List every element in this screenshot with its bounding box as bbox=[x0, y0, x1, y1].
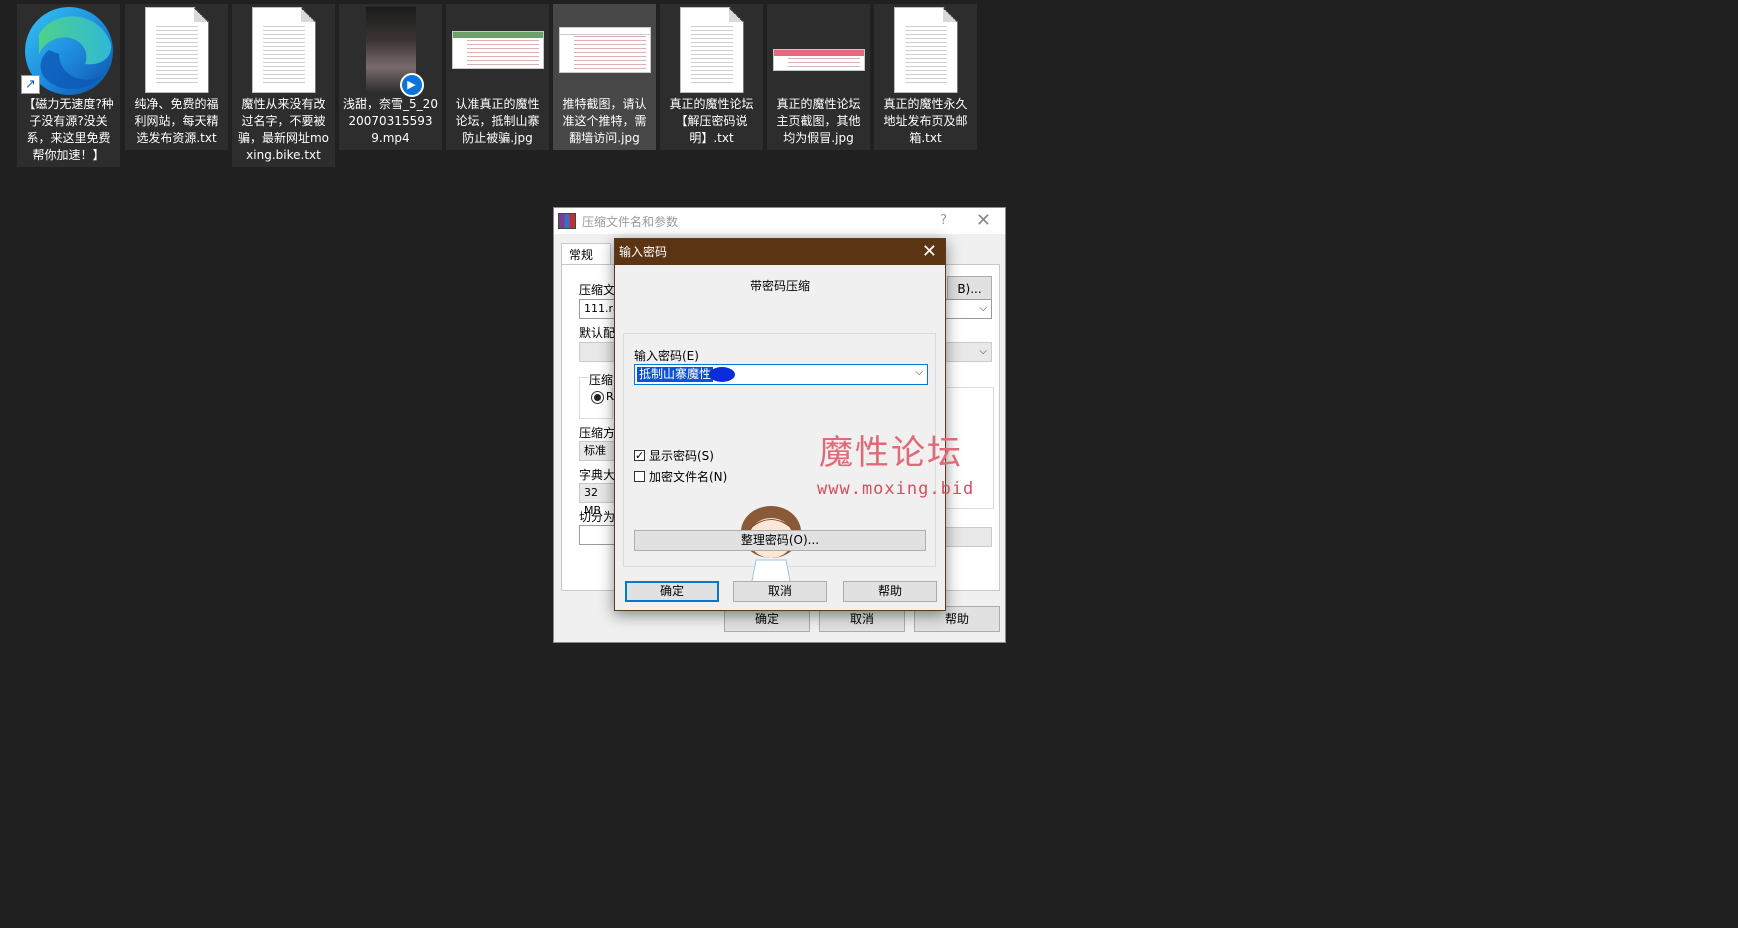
dialog-title: 压缩文件名和参数 bbox=[582, 214, 679, 229]
dictionary-select[interactable]: 32 MB bbox=[579, 483, 619, 517]
image-file-icon bbox=[553, 4, 656, 96]
method-label: 压缩方 bbox=[579, 426, 616, 440]
show-password-checkbox[interactable]: ✓ 显示密码(S) bbox=[634, 447, 714, 464]
password-label: 输入密码(E) bbox=[634, 349, 699, 363]
dictionary-label: 字典大 bbox=[579, 468, 616, 482]
dialog-heading: 带密码压缩 bbox=[749, 279, 810, 293]
desktop-file-mp4[interactable]: ▶ 浅甜，奈雪_5_20200703155939.mp4 bbox=[339, 4, 442, 150]
format-label: 压缩 bbox=[589, 371, 614, 388]
dialog-titlebar[interactable]: 压缩文件名和参数 ? ✕ bbox=[554, 208, 1005, 234]
file-label: 真正的魔性论坛主页截图，其他均为假冒.jpg bbox=[776, 97, 861, 145]
desktop-file-jpg[interactable]: 真正的魔性论坛主页截图，其他均为假冒.jpg bbox=[767, 4, 870, 150]
desktop-file-txt[interactable]: 纯净、免费的福利网站，每天精选发布资源.txt bbox=[125, 4, 228, 150]
password-value: 抵制山寨魔性 bbox=[637, 367, 714, 382]
image-file-icon bbox=[767, 4, 870, 96]
redaction-mark bbox=[709, 367, 735, 382]
desktop-file-jpg-selected[interactable]: 推特截图，请认准这个推特，需翻墙访问.jpg bbox=[553, 4, 656, 150]
method-select[interactable]: 标准 bbox=[579, 441, 619, 461]
file-label: 认准真正的魔性论坛，抵制山寨防止被骗.jpg bbox=[455, 97, 540, 145]
watermark-title: 魔性论坛 bbox=[819, 433, 963, 473]
split-label: 切分为 bbox=[579, 510, 616, 524]
format-rar-radio[interactable] bbox=[591, 391, 604, 404]
chevron-down-icon: ⌵ bbox=[979, 303, 987, 314]
shortcut-arrow-icon: ↗ bbox=[21, 75, 40, 94]
file-label: 纯净、免费的福利网站，每天精选发布资源.txt bbox=[134, 97, 219, 145]
close-icon[interactable]: ✕ bbox=[976, 210, 991, 231]
cancel-button[interactable]: 取消 bbox=[733, 581, 827, 602]
text-file-icon bbox=[125, 4, 228, 96]
method-value: 标准 bbox=[584, 444, 606, 457]
chevron-down-icon[interactable]: ⌵ bbox=[915, 367, 923, 378]
password-dialog-title: 输入密码 bbox=[619, 245, 668, 259]
desktop-file-txt[interactable]: 真正的魔性永久地址发布页及邮箱.txt bbox=[874, 4, 977, 150]
desktop-file-jpg[interactable]: 认准真正的魔性论坛，抵制山寨防止被骗.jpg bbox=[446, 4, 549, 150]
file-label: 真正的魔性永久地址发布页及邮箱.txt bbox=[883, 97, 968, 145]
video-player-icon: ▶ bbox=[399, 73, 424, 97]
edge-shortcut-icon: ↗ bbox=[17, 4, 120, 96]
video-file-icon: ▶ bbox=[339, 4, 442, 97]
desktop-file-txt[interactable]: 魔性从来没有改过名字，不要被骗，最新网址moxing.bike.txt bbox=[232, 4, 335, 167]
password-dialog: 输入密码 ✕ 带密码压缩 输入密码(E) 抵制山寨魔性 ⌵ ✓ 显示密码(S) … bbox=[614, 238, 973, 611]
encrypt-filenames-label: 加密文件名(N) bbox=[649, 470, 728, 484]
file-label: 浅甜，奈雪_5_20200703155939.mp4 bbox=[343, 97, 438, 145]
archive-name-label: 压缩文 bbox=[579, 283, 616, 297]
ok-button[interactable]: 确定 bbox=[625, 581, 719, 602]
desktop-file-edge-shortcut[interactable]: ↗ 【磁力无速度?种子没有源?没关系，来这里免费帮你加速！】 bbox=[17, 4, 120, 167]
checkbox-checked-icon[interactable]: ✓ bbox=[634, 450, 645, 461]
manage-passwords-button[interactable]: 整理密码(O)... bbox=[634, 530, 926, 551]
file-label: 推特截图，请认准这个推特，需翻墙访问.jpg bbox=[562, 97, 647, 145]
encrypt-filenames-checkbox[interactable]: 加密文件名(N) bbox=[634, 468, 727, 485]
close-icon[interactable]: ✕ bbox=[922, 239, 937, 265]
show-password-label: 显示密码(S) bbox=[649, 449, 714, 463]
tab-general[interactable]: 常规 bbox=[561, 243, 611, 265]
file-label: 魔性从来没有改过名字，不要被骗，最新网址moxing.bike.txt bbox=[237, 97, 330, 162]
profile-label: 默认配 bbox=[579, 326, 616, 340]
split-field[interactable] bbox=[579, 525, 619, 545]
text-file-icon bbox=[660, 4, 763, 96]
password-dialog-titlebar[interactable]: 输入密码 ✕ bbox=[615, 239, 945, 265]
text-file-icon bbox=[874, 4, 977, 96]
chevron-down-icon: ⌵ bbox=[979, 346, 987, 357]
watermark-url: www.moxing.bid bbox=[817, 479, 975, 499]
help-button[interactable]: 帮助 bbox=[843, 581, 937, 602]
file-label: 真正的魔性论坛【解压密码说明】.txt bbox=[669, 97, 754, 145]
image-file-icon bbox=[446, 4, 549, 96]
password-input[interactable]: 抵制山寨魔性 ⌵ bbox=[634, 364, 928, 385]
file-label: 【磁力无速度?种子没有源?没关系，来这里免费帮你加速！】 bbox=[23, 97, 114, 162]
help-icon[interactable]: ? bbox=[940, 213, 947, 228]
checkbox-unchecked-icon[interactable] bbox=[634, 471, 645, 482]
text-file-icon bbox=[232, 4, 335, 96]
split-side-field bbox=[938, 527, 992, 547]
winrar-icon bbox=[558, 213, 576, 229]
desktop-file-txt[interactable]: 真正的魔性论坛【解压密码说明】.txt bbox=[660, 4, 763, 150]
